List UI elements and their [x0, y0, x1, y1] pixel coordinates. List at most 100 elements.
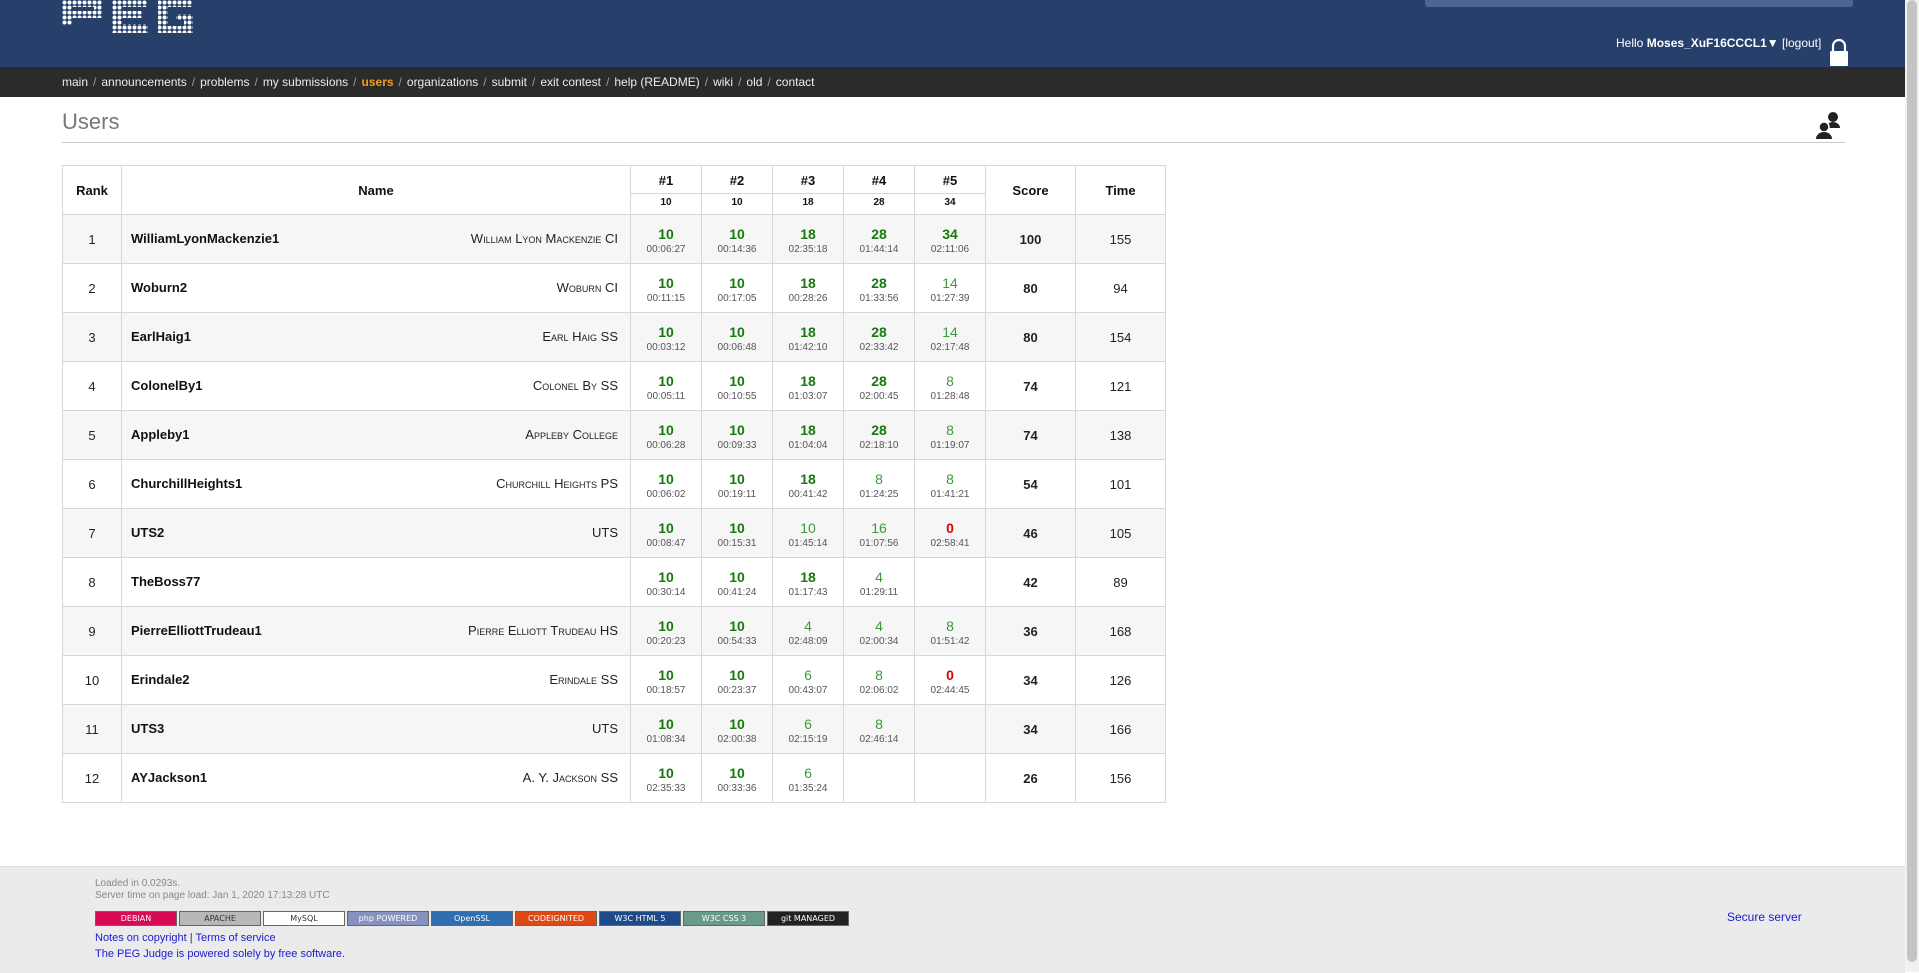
nav-item-contact[interactable]: contact	[776, 75, 815, 89]
organization-link[interactable]: William Lyon Mackenzie CI	[471, 231, 618, 246]
problem-3-cell[interactable]: 18 01:42:10	[772, 312, 844, 362]
problem-4-cell[interactable]: 28 02:33:42	[843, 312, 915, 362]
user-handle-link[interactable]: PierreElliottTrudeau1	[131, 623, 262, 638]
nav-item-users[interactable]: users	[362, 75, 394, 89]
problem-4-cell[interactable]: 16 01:07:56	[843, 508, 915, 558]
secure-server-link[interactable]: Secure server	[1727, 910, 1802, 924]
user-handle-link[interactable]: WilliamLyonMackenzie1	[131, 231, 279, 246]
problem-2-cell[interactable]: 10 00:54:33	[701, 606, 773, 656]
problem-header-1[interactable]: #1 10	[630, 165, 702, 215]
rank-header[interactable]: Rank	[62, 165, 122, 215]
problem-label[interactable]: #5	[915, 166, 985, 193]
problem-1-cell[interactable]: 10 01:08:34	[630, 704, 702, 754]
problem-2-cell[interactable]: 10 00:19:11	[701, 459, 773, 509]
problem-5-cell[interactable]: 8 01:28:48	[914, 361, 986, 411]
problem-3-cell[interactable]: 6 01:35:24	[772, 753, 844, 803]
problem-3-cell[interactable]: 10 01:45:14	[772, 508, 844, 558]
organization-link[interactable]: UTS	[592, 721, 618, 736]
problem-label[interactable]: #3	[773, 166, 843, 193]
nav-item-old[interactable]: old	[746, 75, 762, 89]
problem-1-cell[interactable]: 10 00:18:57	[630, 655, 702, 705]
problem-3-cell[interactable]: 18 01:04:04	[772, 410, 844, 460]
problem-1-cell[interactable]: 10 02:35:33	[630, 753, 702, 803]
organization-link[interactable]: Churchill Heights PS	[496, 476, 618, 491]
problem-4-cell[interactable]: 8 02:06:02	[843, 655, 915, 705]
user-handle-link[interactable]: ChurchillHeights1	[131, 476, 242, 491]
problem-5-cell[interactable]: 14 01:27:39	[914, 263, 986, 313]
user-handle-link[interactable]: Woburn2	[131, 280, 187, 295]
problem-2-cell[interactable]: 10 00:41:24	[701, 557, 773, 607]
problem-4-cell[interactable]: 4 02:00:34	[843, 606, 915, 656]
problem-header-2[interactable]: #2 10	[701, 165, 773, 215]
user-handle-link[interactable]: AYJackson1	[131, 770, 207, 785]
problem-2-cell[interactable]: 10 00:10:55	[701, 361, 773, 411]
users-group-icon[interactable]	[1814, 110, 1844, 143]
nav-item-wiki[interactable]: wiki	[713, 75, 733, 89]
nav-item-announcements[interactable]: announcements	[101, 75, 186, 89]
problem-4-cell[interactable]: 28 01:33:56	[843, 263, 915, 313]
problem-1-cell[interactable]: 10 00:20:23	[630, 606, 702, 656]
problem-1-cell[interactable]: 10 00:30:14	[630, 557, 702, 607]
problem-label[interactable]: #1	[631, 166, 701, 193]
nav-item-organizations[interactable]: organizations	[407, 75, 478, 89]
organization-link[interactable]: Appleby College	[525, 427, 618, 442]
scrollbar-thumb[interactable]	[1907, 0, 1917, 962]
user-handle-link[interactable]: TheBoss77	[131, 574, 200, 589]
problem-4-cell[interactable]: 8 02:46:14	[843, 704, 915, 754]
problem-4-cell[interactable]: 28 02:00:45	[843, 361, 915, 411]
organization-link[interactable]: Colonel By SS	[533, 378, 618, 393]
organization-link[interactable]: A. Y. Jackson SS	[523, 770, 618, 785]
software-badge[interactable]: php POWERED	[347, 911, 429, 926]
problem-5-cell[interactable]: 8 01:41:21	[914, 459, 986, 509]
problem-1-cell[interactable]: 10 00:06:27	[630, 214, 702, 264]
problem-header-5[interactable]: #5 34	[914, 165, 986, 215]
organization-link[interactable]: Earl Haig SS	[542, 329, 618, 344]
problem-3-cell[interactable]: 18 00:41:42	[772, 459, 844, 509]
problem-4-cell[interactable]: 8 01:24:25	[843, 459, 915, 509]
problem-2-cell[interactable]: 10 00:15:31	[701, 508, 773, 558]
organization-link[interactable]: Woburn CI	[557, 280, 618, 295]
problem-5-cell[interactable]: 8 01:51:42	[914, 606, 986, 656]
score-header[interactable]: Score	[985, 165, 1076, 215]
name-header[interactable]: Name	[121, 165, 631, 215]
problem-label[interactable]: #4	[844, 166, 914, 193]
problem-2-cell[interactable]: 10 00:17:05	[701, 263, 773, 313]
user-handle-link[interactable]: UTS2	[131, 525, 164, 540]
software-badge[interactable]: MySQL	[263, 911, 345, 926]
software-badge[interactable]: APACHE	[179, 911, 261, 926]
problem-2-cell[interactable]: 10 00:14:36	[701, 214, 773, 264]
problem-2-cell[interactable]: 10 00:06:48	[701, 312, 773, 362]
copyright-link[interactable]: Notes on copyright	[95, 932, 187, 944]
problem-3-cell[interactable]: 6 02:15:19	[772, 704, 844, 754]
problem-3-cell[interactable]: 6 00:43:07	[772, 655, 844, 705]
problem-1-cell[interactable]: 10 00:08:47	[630, 508, 702, 558]
username-link[interactable]: Moses_XuF16CCCL1	[1647, 36, 1767, 50]
nav-item-help-readme[interactable]: help (README)	[614, 75, 699, 89]
software-badge[interactable]: W3C HTML 5	[599, 911, 681, 926]
software-badge[interactable]: W3C CSS 3	[683, 911, 765, 926]
nav-item-submit[interactable]: submit	[492, 75, 527, 89]
problem-5-cell[interactable]: 0 02:44:45	[914, 655, 986, 705]
software-badge[interactable]: OpenSSL	[431, 911, 513, 926]
problem-header-4[interactable]: #4 28	[843, 165, 915, 215]
organization-link[interactable]: Erindale SS	[549, 672, 618, 687]
terms-link[interactable]: Terms of service	[196, 932, 276, 944]
time-header[interactable]: Time	[1075, 165, 1166, 215]
powered-by-link[interactable]: The PEG Judge is powered solely by free …	[95, 948, 345, 960]
problem-5-cell[interactable]: 14 02:17:48	[914, 312, 986, 362]
user-handle-link[interactable]: ColonelBy1	[131, 378, 203, 393]
user-dropdown-arrow[interactable]: ▼	[1767, 36, 1779, 50]
problem-3-cell[interactable]: 18 01:17:43	[772, 557, 844, 607]
problem-5-cell[interactable]: 0 02:58:41	[914, 508, 986, 558]
user-handle-link[interactable]: EarlHaig1	[131, 329, 191, 344]
problem-4-cell[interactable]: 4 01:29:11	[843, 557, 915, 607]
problem-label[interactable]: #2	[702, 166, 772, 193]
nav-item-exit-contest[interactable]: exit contest	[540, 75, 601, 89]
problem-1-cell[interactable]: 10 00:06:28	[630, 410, 702, 460]
organization-link[interactable]: Pierre Elliott Trudeau HS	[468, 623, 618, 638]
peg-logo[interactable]	[62, 0, 202, 39]
problem-4-cell[interactable]: 28 01:44:14	[843, 214, 915, 264]
problem-1-cell[interactable]: 10 00:03:12	[630, 312, 702, 362]
problem-4-cell[interactable]: 28 02:18:10	[843, 410, 915, 460]
nav-item-problems[interactable]: problems	[200, 75, 249, 89]
